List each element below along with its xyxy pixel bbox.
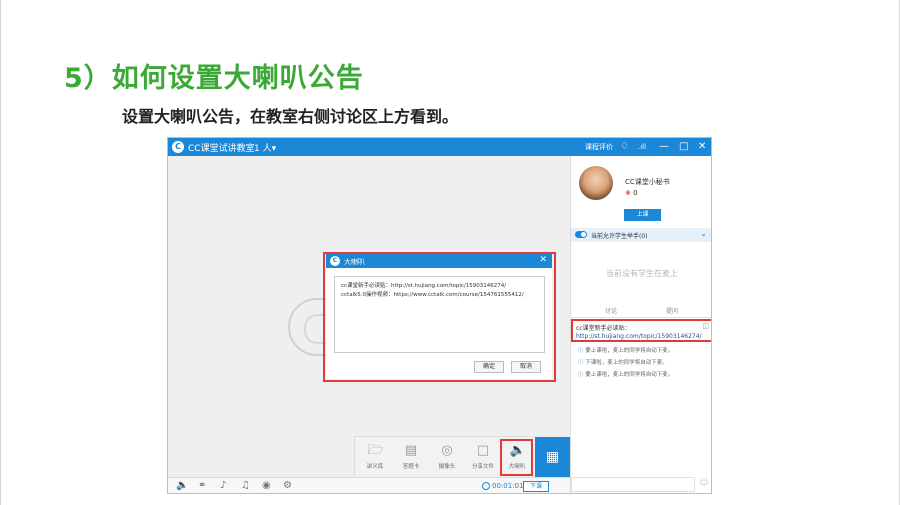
confirm-button[interactable]: 确定 xyxy=(474,361,504,373)
chat-input[interactable] xyxy=(571,477,695,492)
settings-icon[interactable]: ⚙ xyxy=(283,480,292,491)
tab-discuss[interactable]: 讨论 xyxy=(605,306,617,315)
notice-link[interactable]: http://st.hujiang.com/topic/15903146274/ xyxy=(576,333,702,340)
dialog-line: cctalk5.0操作视频：https://www.cctalk.com/cou… xyxy=(341,292,524,298)
chat-message: ⓘ 要上课啦，麦上的同学将自动下麦。 xyxy=(578,370,673,378)
end-class-button[interactable]: 下课 xyxy=(523,481,549,492)
flower-icon: ❀ xyxy=(625,189,631,197)
file-icon: □ xyxy=(476,443,490,458)
app-titlebar: C CC课堂试讲教室 1 人▾ 课程评价 ♢ .ıll — □ ✕ xyxy=(168,138,711,156)
allow-hands-label: 当前允许学生举手(0) xyxy=(591,233,648,240)
record-icon[interactable]: ◉ xyxy=(262,480,271,491)
speaker-text-area[interactable]: cc课堂新手必读贴：http://st.hujiang.com/topic/15… xyxy=(334,276,545,353)
start-class-button[interactable]: 上课 xyxy=(624,209,661,221)
dialog-close-icon[interactable]: ✕ xyxy=(539,255,547,265)
note-icon[interactable]: ♫ xyxy=(241,480,250,491)
class-timer: 00:01:01 xyxy=(482,482,523,490)
user-name: CC课堂小秘书 xyxy=(625,178,670,186)
close-icon[interactable]: ✕ xyxy=(698,140,706,154)
tool-handouts-button[interactable]: 🗁 讲义库 xyxy=(357,441,393,475)
info-icon: ⓘ xyxy=(578,348,584,354)
tool-answer-card-button[interactable]: ▤ 答题卡 xyxy=(393,441,429,475)
discussion-tabs: 讨论 提问 xyxy=(571,304,711,318)
camera-icon: ◎ xyxy=(441,443,453,458)
app-logo-icon: C xyxy=(172,141,184,153)
dialog-titlebar: C 大喇叭 ✕ xyxy=(326,254,552,268)
emoji-icon[interactable]: ☺ xyxy=(699,478,708,488)
speaker-dialog: C 大喇叭 ✕ cc课堂新手必读贴：http://st.hujiang.com/… xyxy=(326,254,552,379)
dialog-line: cc课堂新手必读贴：http://st.hujiang.com/topic/15… xyxy=(341,283,507,289)
app-window: C CC课堂试讲教室 1 人▾ 课程评价 ♢ .ıll — □ ✕ CC课堂小秘… xyxy=(167,137,712,494)
bell-icon[interactable]: ♢ xyxy=(620,140,629,154)
speaker-notice-box: cc课堂新手必读贴： http://st.hujiang.com/topic/1… xyxy=(571,319,711,342)
info-icon: ⓘ xyxy=(578,360,584,366)
speaker-highlight xyxy=(500,439,533,476)
user-score: ❀ 0 xyxy=(625,189,638,197)
cancel-button[interactable]: 取消 xyxy=(511,361,541,373)
class-timer-value: 00:01:01 xyxy=(492,482,524,490)
right-panel: CC课堂小秘书 ❀ 0 上课 当前允许学生举手(0) ⌄ 当前没有学生在麦上 讨… xyxy=(570,156,711,493)
allow-hands-toggle[interactable] xyxy=(575,231,587,238)
tool-panel: 🗁 讲义库 ▤ 答题卡 ◎ 摄像头 □ 分享文件 🔈 大喇叭 xyxy=(354,436,535,476)
dialog-logo-icon: C xyxy=(330,256,340,266)
tool-label: 答题卡 xyxy=(402,464,420,470)
volume-icon[interactable]: 🔈 xyxy=(176,480,188,491)
slide-title: 5）如何设置大喇叭公告 xyxy=(64,63,364,94)
people-count-dropdown[interactable]: 1 人▾ xyxy=(254,141,276,154)
chevron-down-icon[interactable]: ⌄ xyxy=(700,229,707,238)
dialog-title: 大喇叭 xyxy=(344,258,365,266)
tool-share-file-button[interactable]: □ 分享文件 xyxy=(465,441,501,475)
tool-label: 分享文件 xyxy=(471,464,494,470)
music-icon[interactable]: ♪ xyxy=(220,480,226,491)
minimize-icon[interactable]: — xyxy=(659,140,669,154)
chat-message: ⓘ 下课啦，麦上的同学将自动下麦。 xyxy=(578,358,668,366)
allow-hands-row[interactable]: 当前允许学生举手(0) ⌄ xyxy=(571,228,711,242)
tab-question[interactable]: 提问 xyxy=(666,306,678,315)
tool-label: 摄像头 xyxy=(438,464,456,470)
clock-icon xyxy=(482,482,490,490)
course-eval-link[interactable]: 课程评价 xyxy=(585,142,613,152)
notice-close-icon[interactable]: ◫ xyxy=(702,322,709,330)
mic-icon[interactable]: ⚭ xyxy=(198,480,206,491)
avatar[interactable] xyxy=(579,166,613,200)
signal-icon: .ıll xyxy=(638,143,647,151)
chat-message: ⓘ 要上课啦，麦上的同学将自动下麦。 xyxy=(578,346,673,354)
user-score-value: 0 xyxy=(633,189,638,197)
bottom-bar: 🔈 ⚭ ♪ ♫ ◉ ⚙ 00:01:01 下课 xyxy=(168,477,570,493)
clipboard-icon: ▤ xyxy=(404,443,418,458)
chat-message-text: 要上课啦，麦上的同学将自动下麦。 xyxy=(585,372,674,378)
grid-menu-button[interactable]: ▦ xyxy=(535,437,570,477)
tool-camera-button[interactable]: ◎ 摄像头 xyxy=(429,441,465,475)
info-icon: ⓘ xyxy=(578,372,584,378)
tool-label: 讲义库 xyxy=(366,464,384,470)
chat-message-text: 下课啦，麦上的同学将自动下麦。 xyxy=(585,360,668,366)
tabs-divider xyxy=(571,317,711,318)
notice-title: cc课堂新手必读贴： xyxy=(576,325,631,332)
no-students-message: 当前没有学生在麦上 xyxy=(606,269,678,278)
slide-subtitle: 设置大喇叭公告，在教室右侧讨论区上方看到。 xyxy=(122,107,459,126)
maximize-icon[interactable]: □ xyxy=(679,140,688,154)
folder-icon: 🗁 xyxy=(367,443,384,458)
classroom-title: CC课堂试讲教室 xyxy=(188,144,255,154)
chat-message-text: 要上课啦，麦上的同学将自动下麦。 xyxy=(585,348,674,354)
